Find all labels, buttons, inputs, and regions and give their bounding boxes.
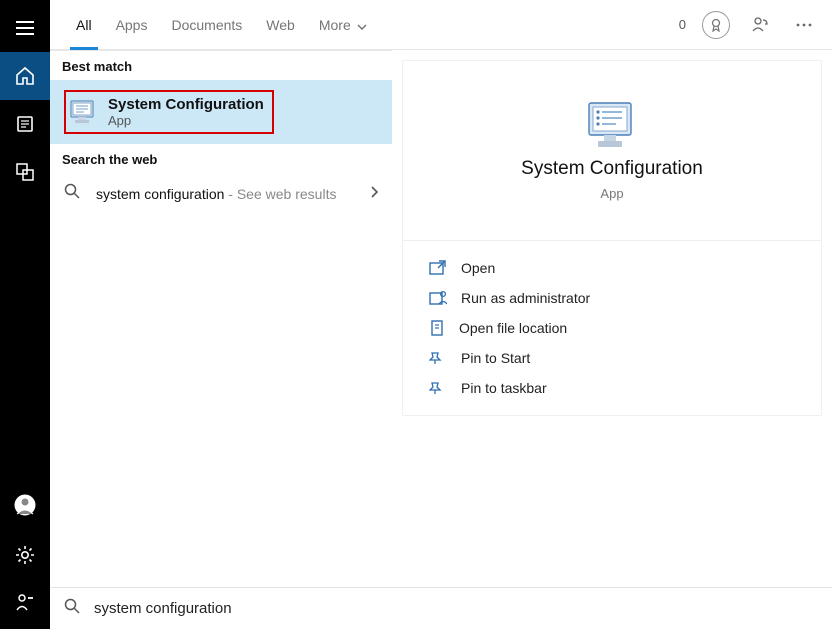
tab-apps[interactable]: Apps [104,0,160,50]
action-pin-start-label: Pin to Start [461,350,530,366]
search-input[interactable] [94,600,818,617]
web-result-text: system configuration - See web results [96,186,336,202]
action-pin-start[interactable]: Pin to Start [403,343,821,373]
search-icon [64,183,84,204]
filter-tabs: All Apps Documents Web More 0 [50,0,832,50]
best-match-header: Best match [50,51,392,80]
web-result-suffix: - See web results [224,186,336,202]
action-open-location-label: Open file location [459,320,567,336]
action-pin-taskbar-label: Pin to taskbar [461,380,547,396]
rail-item-2[interactable] [0,100,50,148]
web-result-item[interactable]: system configuration - See web results [50,173,392,214]
tab-more-label: More [319,17,351,33]
best-match-title: System Configuration [108,96,264,113]
rail-settings[interactable] [15,545,35,570]
chevron-down-icon [357,17,367,33]
search-web-header: Search the web [50,144,392,173]
menu-button[interactable] [0,4,50,52]
best-match-subtitle: App [108,113,264,128]
action-open-label: Open [461,260,495,276]
rewards-icon[interactable] [702,11,730,39]
tab-all[interactable]: All [64,0,104,50]
detail-app-icon [584,100,640,152]
detail-panel: System Configuration App Open Run as adm… [392,50,832,587]
action-open-location[interactable]: Open file location [403,313,821,343]
tab-documents[interactable]: Documents [159,0,254,50]
rail-item-3[interactable] [0,148,50,196]
left-rail [0,0,50,629]
detail-title: System Configuration [521,158,703,180]
feedback-icon[interactable] [746,11,774,39]
main-panel: All Apps Documents Web More 0 Best match [50,0,832,629]
best-match-item[interactable]: System Configuration App [50,80,392,144]
highlight-box: System Configuration App [64,90,274,134]
rail-power[interactable] [16,594,34,617]
app-icon [70,100,98,124]
search-icon [64,598,80,619]
action-open[interactable]: Open [403,253,821,283]
action-run-admin-label: Run as administrator [461,290,590,306]
more-options-icon[interactable] [790,11,818,39]
rail-home[interactable] [0,52,50,100]
search-bar [50,587,832,629]
tab-more[interactable]: More [307,0,379,50]
chevron-right-icon [370,185,378,203]
detail-actions: Open Run as administrator Open file loca… [403,241,821,415]
tab-web[interactable]: Web [254,0,307,50]
web-result-query: system configuration [96,186,224,202]
action-pin-taskbar[interactable]: Pin to taskbar [403,373,821,403]
results-panel: Best match System Configuration App Sear… [50,50,392,587]
action-run-admin[interactable]: Run as administrator [403,283,821,313]
rail-account[interactable] [14,494,36,521]
detail-type: App [600,186,623,201]
rewards-count: 0 [679,17,686,32]
